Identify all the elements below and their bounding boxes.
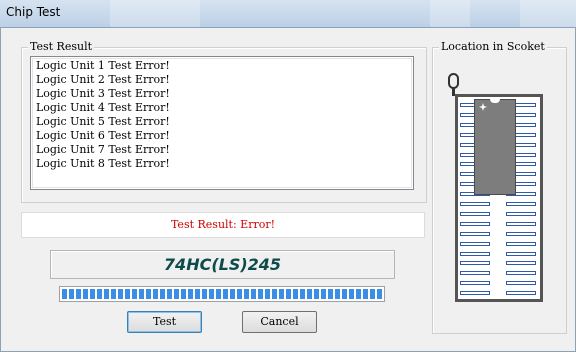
socket-pin-left <box>460 271 490 275</box>
background-tab-ghost <box>520 0 576 27</box>
socket-pin-right <box>506 212 536 216</box>
test-result-group-label: Test Result <box>28 40 95 53</box>
socket-pin-right <box>506 261 536 265</box>
chip-body <box>474 99 516 195</box>
window-title: Chip Test <box>6 5 61 19</box>
socket-pin-left <box>460 261 490 265</box>
test-result-line: Logic Unit 1 Test Error! <box>36 59 170 72</box>
test-result-line: Logic Unit 7 Test Error! <box>36 143 170 156</box>
test-progress-bar <box>59 286 385 302</box>
socket-pin-left <box>460 202 490 206</box>
socket-pin-left <box>460 222 490 226</box>
socket-pin-left <box>460 242 490 246</box>
test-result-line: Logic Unit 5 Test Error! <box>36 115 170 128</box>
socket-pin-right <box>506 281 536 285</box>
socket-pin-left <box>460 252 490 256</box>
test-result-line: Logic Unit 2 Test Error! <box>36 73 170 86</box>
test-result-list-content: Logic Unit 1 Test Error! Logic Unit 2 Tes… <box>32 58 412 188</box>
socket-location-group-label: Location in Scoket <box>439 40 547 53</box>
test-result-list[interactable]: Logic Unit 1 Test Error! Logic Unit 2 Tes… <box>30 56 414 190</box>
socket-pin-right <box>506 202 536 206</box>
socket-pin-left <box>460 212 490 216</box>
test-result-line: Logic Unit 4 Test Error! <box>36 101 170 114</box>
socket-pin-right <box>506 291 536 295</box>
chip-name-display: 74HC(LS)245 <box>50 250 395 279</box>
test-progress-fill <box>62 289 382 299</box>
test-result-line: Logic Unit 8 Test Error! <box>36 157 170 170</box>
socket-pin-left <box>460 291 490 295</box>
socket-pin-right <box>506 222 536 226</box>
socket-pin-left <box>460 281 490 285</box>
background-tab-ghost <box>110 0 200 27</box>
title-bar: Chip Test <box>0 0 576 28</box>
socket-pin-right <box>506 232 536 236</box>
test-result-line: Logic Unit 3 Test Error! <box>36 87 170 100</box>
test-result-line: Logic Unit 6 Test Error! <box>36 129 170 142</box>
test-button[interactable]: Test <box>127 311 202 333</box>
test-result-status: Test Result: Error! <box>21 212 425 238</box>
cancel-button[interactable]: Cancel <box>242 311 317 333</box>
socket-pin-right <box>506 252 536 256</box>
socket-pin-right <box>506 242 536 246</box>
pin1-marker-icon <box>479 103 487 111</box>
socket-pin-left <box>460 232 490 236</box>
background-tab-ghost <box>430 0 470 27</box>
socket-pin-right <box>506 271 536 275</box>
socket-lever-icon <box>448 73 459 89</box>
